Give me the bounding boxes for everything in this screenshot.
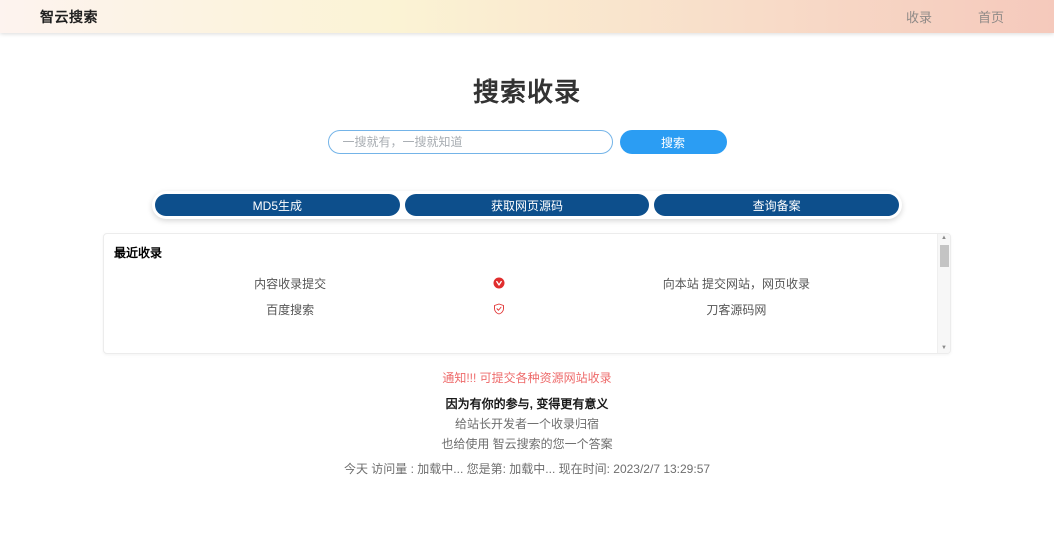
scrollbar-thumb[interactable] — [940, 245, 949, 267]
list-item[interactable]: 百度搜索 刀客源码网 — [104, 296, 950, 322]
search-bar: 搜索 — [0, 130, 1054, 154]
site-logo[interactable]: 智云搜索 — [40, 7, 98, 27]
slogan-line3: 也给使用 智云搜索的您一个答案 — [0, 435, 1054, 452]
verified-badge-filled-icon — [476, 277, 523, 289]
recent-records-title: 最近收录 — [104, 234, 950, 261]
slogan-bold: 因为有你的参与, 变得更有意义 — [0, 395, 1054, 412]
scrollbar-up-arrow-icon[interactable]: ▲ — [941, 234, 947, 243]
md5-generate-button[interactable]: MD5生成 — [155, 194, 400, 216]
shield-check-outline-icon — [476, 303, 523, 315]
get-page-source-button[interactable]: 获取网页源码 — [405, 194, 650, 216]
vertical-scrollbar[interactable]: ▲ ▼ — [937, 234, 950, 353]
top-navbar: 智云搜索 收录 首页 — [0, 0, 1054, 33]
recent-records-list: 内容收录提交 向本站 提交网站，网页收录 百度搜索 刀客源码网 — [104, 270, 950, 322]
record-description: 向本站 提交网站，网页收录 — [523, 275, 950, 292]
footer: 通知!!! 可提交各种资源网站收录 因为有你的参与, 变得更有意义 给站长开发者… — [0, 369, 1054, 477]
nav-link-home[interactable]: 首页 — [978, 7, 1004, 26]
scrollbar-down-arrow-icon[interactable]: ▼ — [941, 344, 947, 353]
page-title: 搜索收录 — [0, 72, 1054, 109]
icp-lookup-button[interactable]: 查询备案 — [654, 194, 899, 216]
nav-link-indexing[interactable]: 收录 — [906, 7, 932, 26]
slogan-line2: 给站长开发者一个收录归宿 — [0, 415, 1054, 432]
search-button[interactable]: 搜索 — [620, 130, 727, 154]
recent-records-card: 最近收录 内容收录提交 向本站 提交网站，网页收录 百度搜索 刀客源码网 — [103, 233, 951, 354]
record-name: 内容收录提交 — [104, 275, 476, 292]
visit-stats: 今天 访问量 : 加载中... 您是第: 加载中... 现在时间: 2023/2… — [0, 460, 1054, 477]
top-nav-links: 收录 首页 — [906, 7, 1004, 26]
notice-text: 通知!!! 可提交各种资源网站收录 — [0, 369, 1054, 386]
search-input[interactable] — [328, 130, 613, 154]
list-item[interactable]: 内容收录提交 向本站 提交网站，网页收录 — [104, 270, 950, 296]
record-description: 刀客源码网 — [523, 301, 950, 318]
tools-button-group: MD5生成 获取网页源码 查询备案 — [152, 191, 902, 219]
record-name: 百度搜索 — [104, 301, 476, 318]
